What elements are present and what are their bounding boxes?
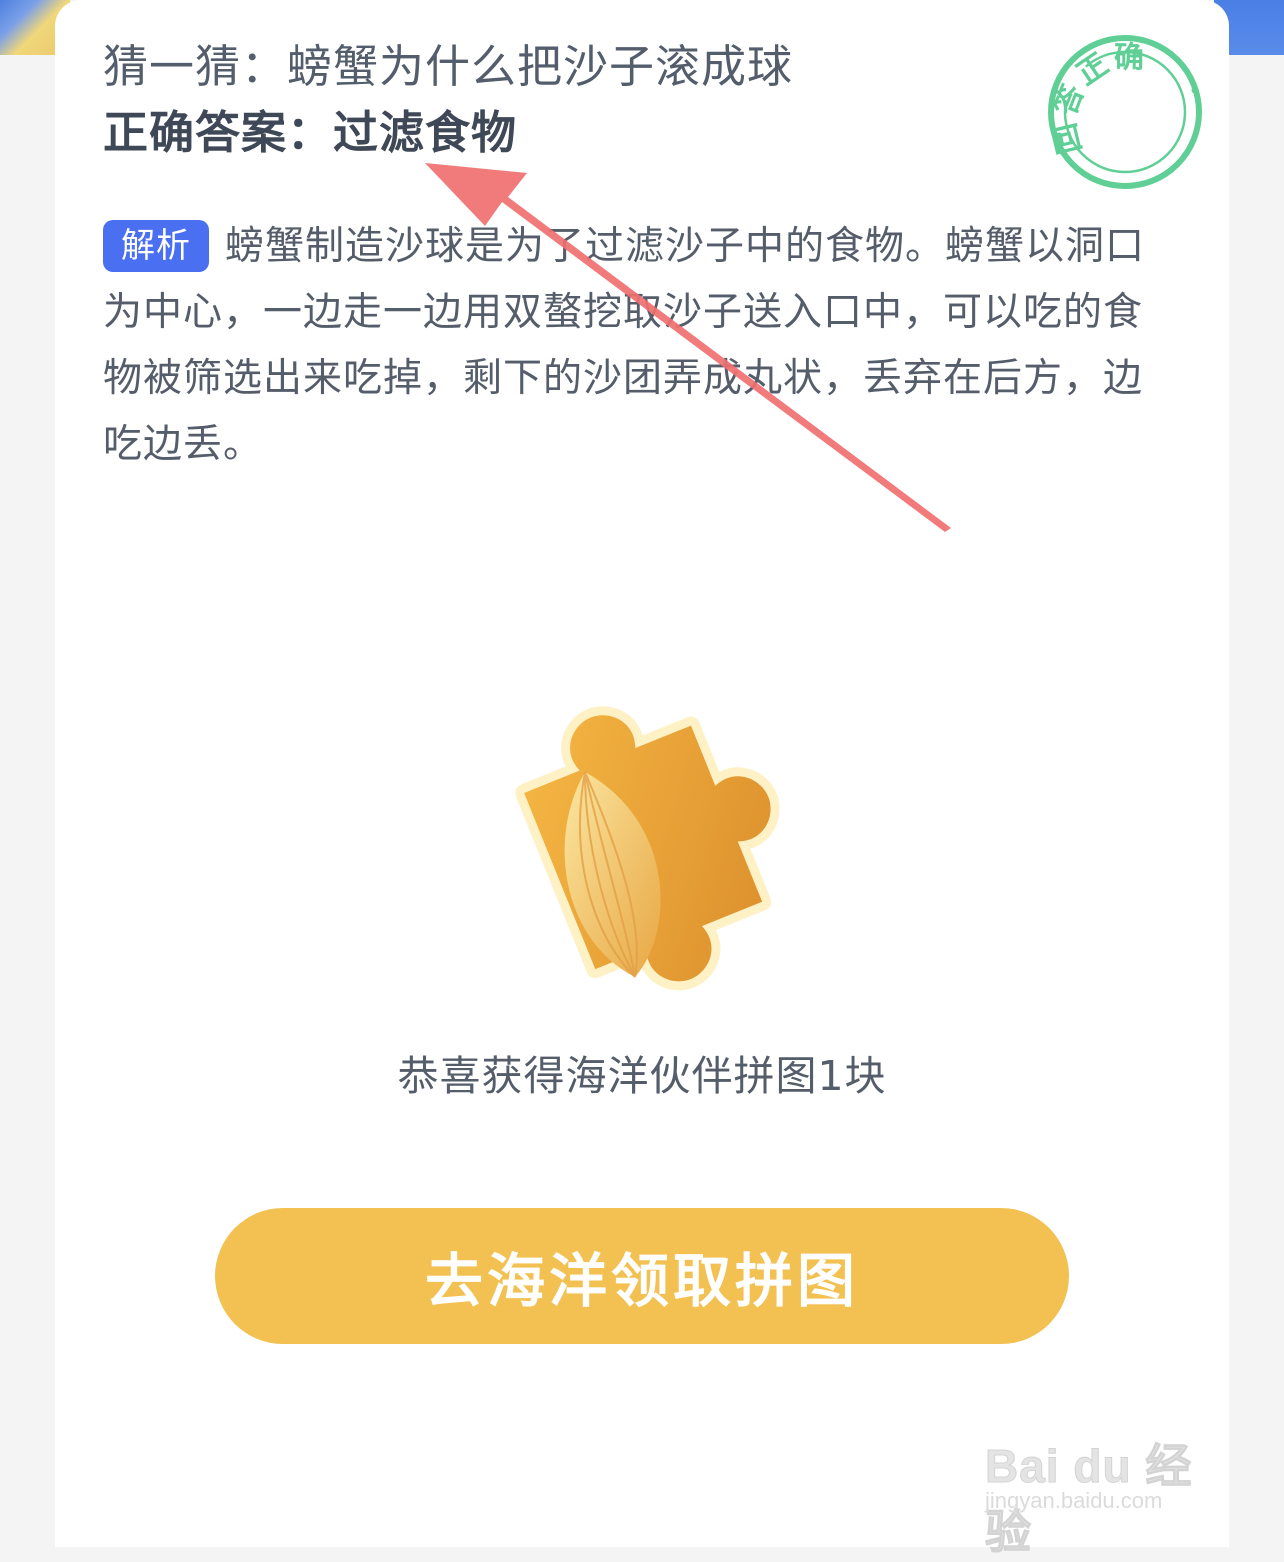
correct-stamp-icon: 回答正确 (1047, 35, 1202, 189)
puzzle-piece-icon (515, 706, 780, 991)
correct-answer: 正确答案：过滤食物 (103, 106, 518, 159)
question-text: 猜一猜：螃蟹为什么把沙子滚成球 (103, 40, 794, 93)
explanation-block: 解析 螃蟹制造沙球是为了过滤沙子中的食物。螃蟹以洞口为中心，一边走一边用双螯挖取沙… (103, 214, 1173, 478)
result-card: 猜一猜：螃蟹为什么把沙子滚成球 正确答案：过滤食物 回答正确 解析 螃蟹制造沙球是… (55, 0, 1229, 1559)
explanation-text: 螃蟹制造沙球是为了过滤沙子中的食物。螃蟹以洞口为中心，一边走一边用双螯挖取沙子送… (103, 224, 1146, 467)
stamp-text: 回答正确 (1047, 40, 1144, 157)
reward-message: 恭喜获得海洋伙伴拼图1块 (397, 1052, 887, 1100)
baidu-watermark: Bai du 经验 jingyan.baidu.com (985, 1410, 1225, 1559)
analysis-tag: 解析 (103, 220, 209, 272)
watermark-url: jingyan.baidu.com (985, 1488, 1163, 1513)
svg-text:回答正确: 回答正确 (1047, 40, 1147, 157)
claim-puzzle-button[interactable]: 去海洋领取拼图 (215, 1208, 1069, 1344)
